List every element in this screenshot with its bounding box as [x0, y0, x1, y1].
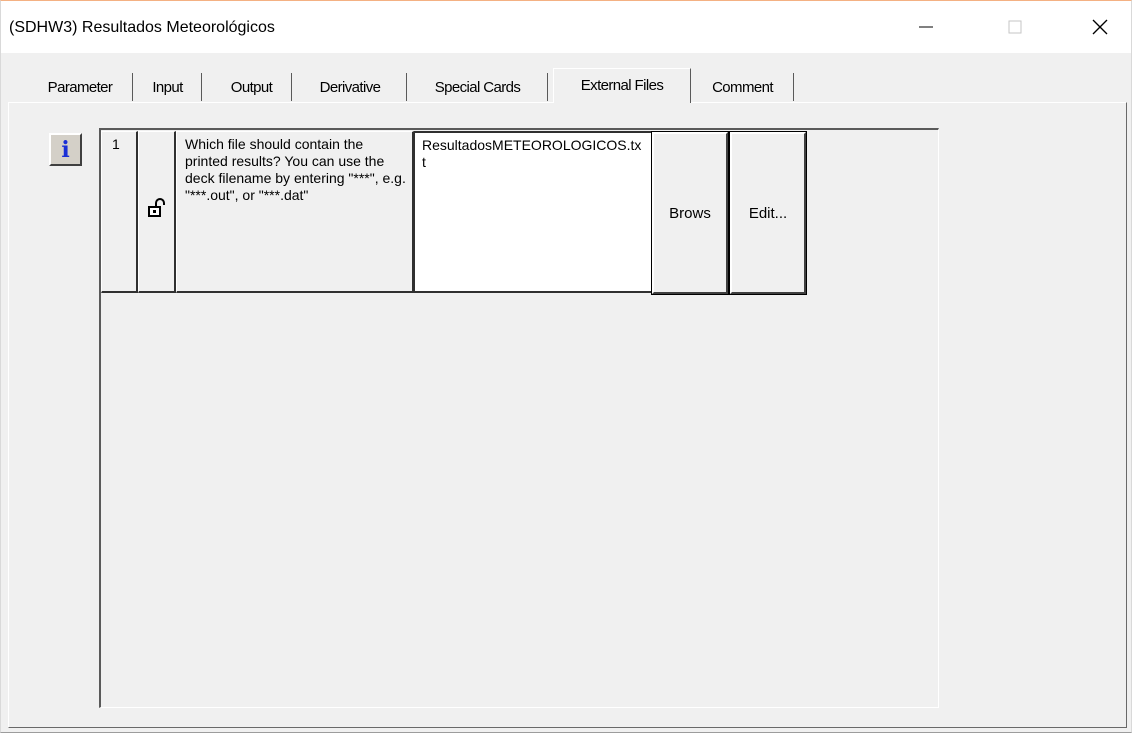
info-button[interactable]: i: [49, 133, 82, 166]
tab-comment[interactable]: Comment: [692, 73, 794, 101]
filename-field[interactable]: ResultadosMETEOROLOGICOS.txt: [414, 131, 652, 293]
tab-input[interactable]: Input: [134, 73, 202, 101]
row-number: 1: [101, 131, 138, 293]
minimize-icon: [919, 26, 933, 28]
info-icon: i: [61, 136, 70, 163]
minimize-button[interactable]: [903, 1, 949, 53]
title-bar[interactable]: (SDHW3) Resultados Meteorológicos: [1, 1, 1131, 53]
tab-parameter[interactable]: Parameter: [28, 73, 133, 101]
edit-button[interactable]: Edit...: [729, 131, 807, 295]
close-icon: [1092, 19, 1108, 35]
close-button[interactable]: [1077, 1, 1123, 53]
tab-label: External Files: [580, 77, 664, 94]
window-title: (SDHW3) Resultados Meteorológicos: [9, 19, 275, 36]
tab-external-files[interactable]: External Files: [553, 68, 691, 103]
tab-label: Input: [152, 78, 183, 96]
tab-derivative[interactable]: Derivative: [294, 73, 407, 101]
tab-special-cards[interactable]: Special Cards: [408, 73, 548, 101]
unlocked-padlock-icon: [148, 198, 165, 217]
maximize-icon: [1008, 20, 1022, 34]
row-description: Which file should contain the printed re…: [176, 131, 414, 293]
lock-cell[interactable]: [138, 131, 176, 293]
maximize-button[interactable]: [992, 1, 1038, 53]
browse-button[interactable]: Brows: [651, 131, 729, 295]
tab-label: Comment: [712, 78, 773, 96]
dialog-window: (SDHW3) Resultados Meteorológicos Parame…: [0, 0, 1132, 733]
tab-label: Parameter: [47, 78, 113, 96]
tab-label: Special Cards: [434, 78, 521, 96]
tab-output[interactable]: Output: [212, 73, 292, 101]
tab-label: Output: [230, 78, 273, 96]
tab-label: Derivative: [319, 78, 381, 96]
